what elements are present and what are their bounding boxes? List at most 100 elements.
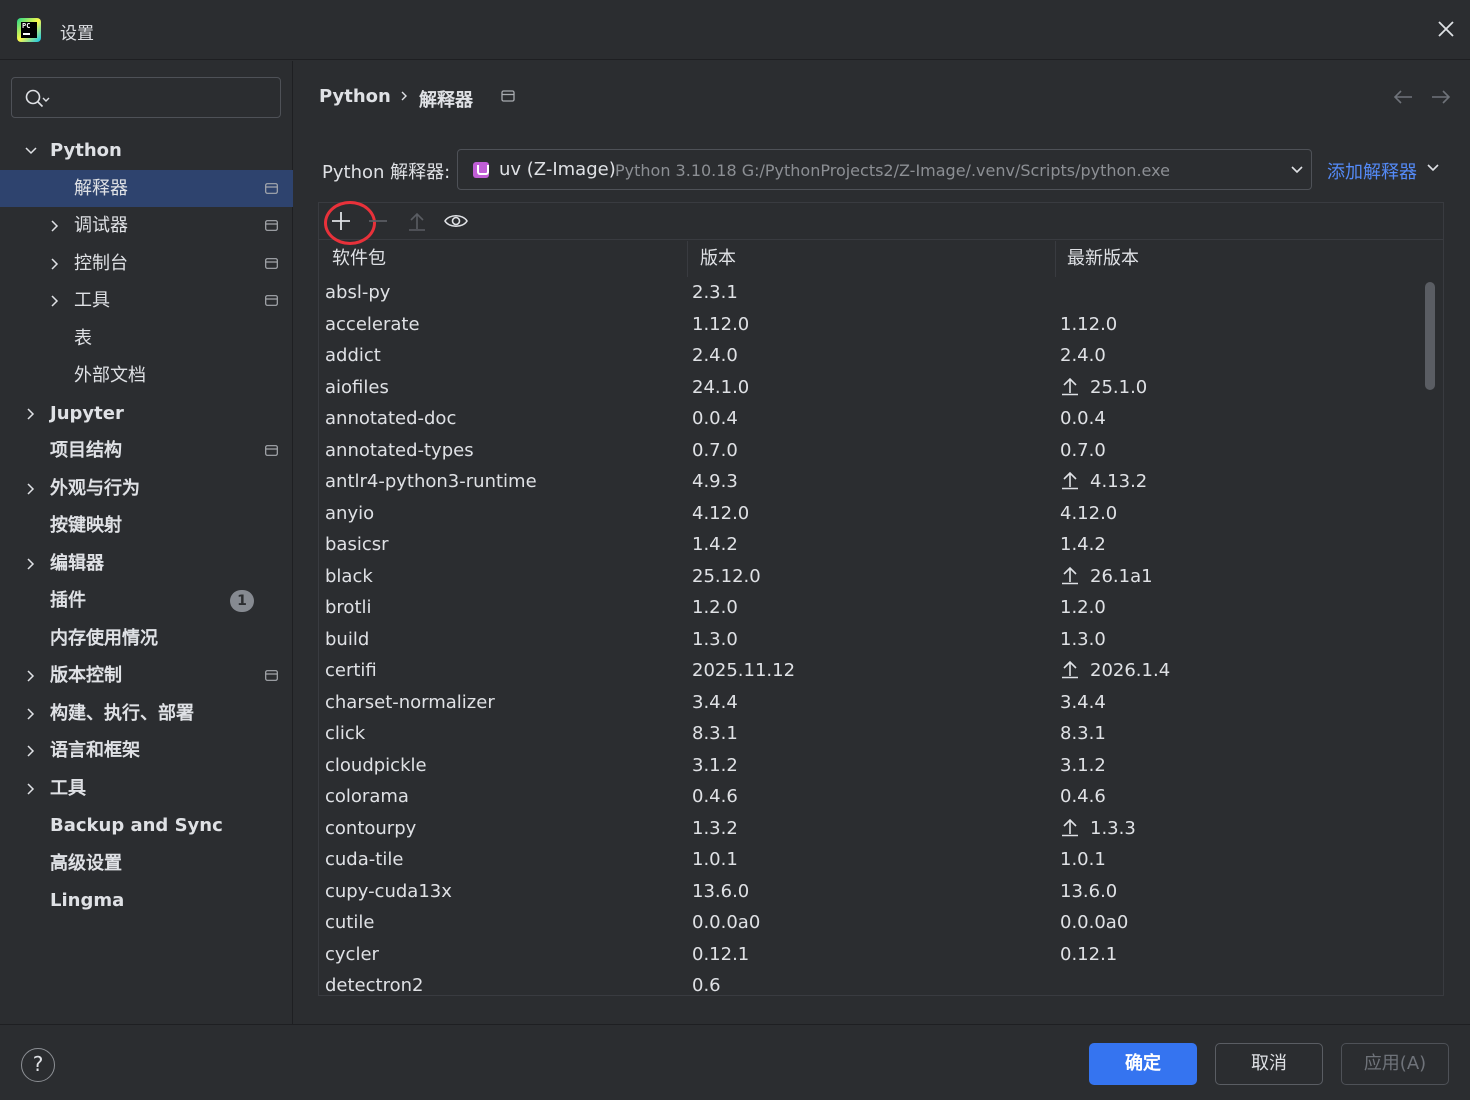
package-version: 1.0.1 xyxy=(692,849,738,870)
chevron-down-icon[interactable] xyxy=(1426,163,1440,173)
table-row[interactable]: cupy-cuda13x 13.6.0 13.6.0 xyxy=(319,876,1419,908)
sidebar-item[interactable]: Backup and Sync xyxy=(0,807,293,844)
table-row[interactable]: annotated-doc 0.0.4 0.0.4 xyxy=(319,403,1419,435)
chevron-right-icon[interactable] xyxy=(48,219,62,233)
sidebar-item[interactable]: 插件 1 xyxy=(0,582,293,619)
sidebar-item[interactable]: 按键映射 xyxy=(0,507,293,544)
title-bar: PC 设置 xyxy=(0,0,1470,60)
column-divider[interactable] xyxy=(687,241,688,277)
table-row[interactable]: colorama 0.4.6 0.4.6 xyxy=(319,781,1419,813)
column-divider[interactable] xyxy=(1055,241,1056,277)
sidebar-item[interactable]: 控制台 xyxy=(0,245,293,282)
chevron-right-icon[interactable] xyxy=(48,294,62,308)
forward-arrow-icon[interactable] xyxy=(1430,89,1452,105)
sidebar-item[interactable]: 解释器 xyxy=(0,169,293,207)
sidebar-item[interactable]: 表 xyxy=(0,320,293,357)
chevron-right-icon[interactable] xyxy=(24,407,38,421)
column-header-latest-version[interactable]: 最新版本 xyxy=(1067,241,1139,277)
sidebar-item[interactable]: 外部文档 xyxy=(0,357,293,394)
settings-search-input[interactable] xyxy=(11,77,281,118)
latest-version-text: 1.3.3 xyxy=(1090,817,1136,839)
table-row[interactable]: basicsr 1.4.2 1.4.2 xyxy=(319,529,1419,561)
add-interpreter-link[interactable]: 添加解释器 xyxy=(1327,158,1417,184)
table-row[interactable]: cycler 0.12.1 0.12.1 xyxy=(319,939,1419,971)
table-row[interactable]: brotli 1.2.0 1.2.0 xyxy=(319,592,1419,624)
back-arrow-icon[interactable] xyxy=(1392,89,1414,105)
chevron-right-icon[interactable] xyxy=(24,557,38,571)
cancel-button[interactable]: 取消 xyxy=(1215,1043,1323,1085)
latest-version-text: 1.12.0 xyxy=(1060,313,1118,335)
close-button[interactable] xyxy=(1432,15,1460,43)
column-header-package[interactable]: 软件包 xyxy=(332,241,386,277)
sidebar-item[interactable]: 外观与行为 xyxy=(0,470,293,507)
table-row[interactable]: detectron2 0.6 xyxy=(319,970,1419,1002)
sidebar-item[interactable]: 工具 xyxy=(0,770,293,807)
sidebar-item-label: 插件 xyxy=(50,590,86,611)
sidebar-item[interactable]: 项目结构 xyxy=(0,432,293,469)
package-name: cuda-tile xyxy=(325,849,404,870)
column-header-version[interactable]: 版本 xyxy=(700,241,736,277)
install-package-button[interactable] xyxy=(324,201,376,245)
chevron-right-icon[interactable] xyxy=(24,707,38,721)
table-row[interactable]: antlr4-python3-runtime 4.9.3 4.13.2 xyxy=(319,466,1419,498)
sidebar-item[interactable]: Python xyxy=(0,132,293,169)
table-row[interactable]: charset-normalizer 3.4.4 3.4.4 xyxy=(319,687,1419,719)
table-row[interactable]: addict 2.4.0 2.4.0 xyxy=(319,340,1419,372)
package-latest-version: 3.4.4 xyxy=(1060,687,1106,719)
table-row[interactable]: certifi 2025.11.12 2026.1.4 xyxy=(319,655,1419,687)
latest-version-text: 26.1a1 xyxy=(1090,565,1153,587)
chevron-right-icon[interactable] xyxy=(24,782,38,796)
package-version: 0.6 xyxy=(692,975,721,996)
table-row[interactable]: black 25.12.0 26.1a1 xyxy=(319,561,1419,593)
interpreter-dropdown[interactable]: uv (Z-Image) Python 3.10.18 G:/PythonPro… xyxy=(457,149,1312,190)
vertical-scrollbar[interactable] xyxy=(1425,282,1435,390)
package-name: addict xyxy=(325,345,381,366)
table-row[interactable]: accelerate 1.12.0 1.12.0 xyxy=(319,309,1419,341)
breadcrumb-root[interactable]: Python xyxy=(319,86,391,107)
table-row[interactable]: contourpy 1.3.2 1.3.3 xyxy=(319,813,1419,845)
sidebar-item[interactable]: 编辑器 xyxy=(0,545,293,582)
table-row[interactable]: build 1.3.0 1.3.0 xyxy=(319,624,1419,656)
sidebar-item[interactable]: Jupyter xyxy=(0,395,293,432)
table-row[interactable]: cuda-tile 1.0.1 1.0.1 xyxy=(319,844,1419,876)
chevron-right-icon[interactable] xyxy=(24,669,38,683)
package-version: 24.1.0 xyxy=(692,376,750,398)
sidebar-item[interactable]: 高级设置 xyxy=(0,845,293,882)
chevron-right-icon[interactable] xyxy=(24,744,38,758)
sidebar-item[interactable]: 构建、执行、部署 xyxy=(0,695,293,732)
table-row[interactable]: absl-py 2.3.1 xyxy=(319,277,1419,309)
show-early-releases-button[interactable] xyxy=(443,209,468,233)
package-version: 1.12.0 xyxy=(692,313,750,335)
package-latest-version: 2026.1.4 xyxy=(1060,655,1170,687)
table-row[interactable]: click 8.3.1 8.3.1 xyxy=(319,718,1419,750)
package-latest-version: 0.0.0a0 xyxy=(1060,907,1128,939)
upgrade-package-button[interactable] xyxy=(405,209,429,233)
close-icon xyxy=(1438,21,1454,37)
chevron-down-icon[interactable] xyxy=(24,144,38,158)
sidebar-item-label: 外观与行为 xyxy=(50,477,140,499)
help-button[interactable]: ? xyxy=(21,1048,55,1082)
sidebar-item-label: 表 xyxy=(74,327,92,349)
sidebar-item[interactable]: 工具 xyxy=(0,282,293,319)
sidebar-item[interactable]: Lingma xyxy=(0,882,293,919)
sidebar-item[interactable]: 内存使用情况 xyxy=(0,620,293,657)
upgrade-available-icon xyxy=(1062,660,1078,679)
sidebar-item[interactable]: 调试器 xyxy=(0,207,293,244)
package-name: aiofiles xyxy=(325,376,389,398)
table-row[interactable]: anyio 4.12.0 4.12.0 xyxy=(319,498,1419,530)
package-latest-version: 1.0.1 xyxy=(1060,844,1106,876)
chevron-right-icon[interactable] xyxy=(24,482,38,496)
latest-version-text: 0.0.0a0 xyxy=(1060,912,1129,933)
table-row[interactable]: cutile 0.0.0a0 0.0.0a0 xyxy=(319,907,1419,939)
table-row[interactable]: annotated-types 0.7.0 0.7.0 xyxy=(319,435,1419,467)
apply-button[interactable]: 应用(A) xyxy=(1341,1043,1449,1085)
eye-icon xyxy=(444,214,468,228)
sidebar-item[interactable]: 语言和框架 xyxy=(0,732,293,769)
table-row[interactable]: aiofiles 24.1.0 25.1.0 xyxy=(319,372,1419,404)
chevron-right-icon[interactable] xyxy=(48,257,62,271)
uninstall-package-button[interactable] xyxy=(366,209,390,233)
package-latest-version: 8.3.1 xyxy=(1060,718,1106,750)
table-row[interactable]: cloudpickle 3.1.2 3.1.2 xyxy=(319,750,1419,782)
ok-button[interactable]: 确定 xyxy=(1089,1043,1197,1085)
sidebar-item[interactable]: 版本控制 xyxy=(0,657,293,694)
